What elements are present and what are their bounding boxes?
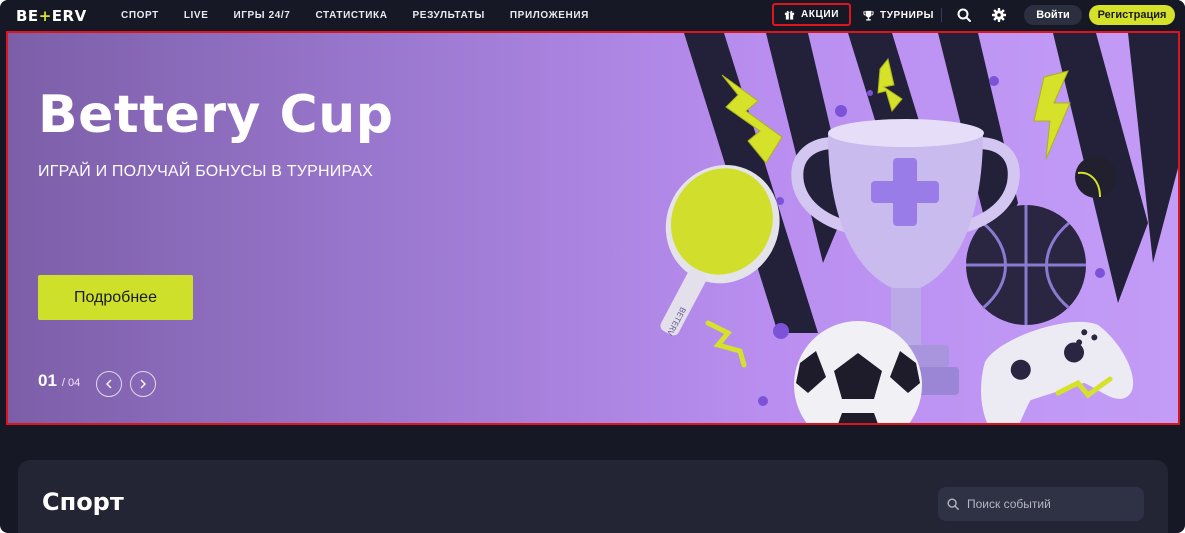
chevron-left-icon	[106, 379, 112, 389]
slide-counter: 01 / 04	[38, 371, 80, 391]
nav-item-apps[interactable]: ПРИЛОЖЕНИЯ	[510, 10, 589, 21]
sport-title: Спорт	[42, 488, 124, 516]
logo[interactable]: BE+ERV	[16, 7, 87, 25]
main-nav: СПОРТ LIVE ИГРЫ 24/7 СТАТИСТИКА РЕЗУЛЬТА…	[121, 0, 614, 30]
sport-section: Спорт	[18, 460, 1168, 533]
trophy-icon	[863, 10, 874, 21]
next-slide-button[interactable]	[130, 371, 156, 397]
prev-slide-button[interactable]	[96, 371, 122, 397]
promotions-button[interactable]: АКЦИИ	[772, 3, 851, 26]
banner-subtitle: ИГРАЙ И ПОЛУЧАЙ БОНУСЫ В ТУРНИРАХ	[38, 163, 374, 180]
divider	[941, 8, 942, 22]
gear-icon	[992, 8, 1006, 22]
nav-item-sport[interactable]: СПОРТ	[121, 10, 159, 21]
tournaments-button[interactable]: ТУРНИРЫ	[863, 0, 934, 30]
nav-item-games[interactable]: ИГРЫ 24/7	[233, 10, 290, 21]
search-icon	[957, 8, 971, 22]
nav-item-live[interactable]: LIVE	[184, 10, 209, 21]
search-icon	[947, 498, 959, 510]
slide-total: / 04	[61, 377, 81, 389]
gift-icon	[784, 10, 795, 20]
settings-button[interactable]	[991, 7, 1007, 23]
login-button[interactable]: Войти	[1024, 5, 1082, 25]
promo-banner[interactable]: BETERV Bettery Cup ИГРАЙ И ПОЛУЧАЙ БОНУС…	[6, 31, 1180, 425]
register-button[interactable]: Регистрация	[1089, 5, 1175, 25]
logo-text-right: ERV	[51, 7, 87, 25]
trophy-sports-illustration: BETERV	[660, 33, 1178, 423]
logo-text-left: BE	[16, 7, 39, 25]
more-details-button[interactable]: Подробнее	[38, 275, 193, 320]
top-bar: BE+ERV СПОРТ LIVE ИГРЫ 24/7 СТАТИСТИКА Р…	[0, 0, 1185, 30]
slide-current: 01	[38, 371, 57, 390]
nav-item-statistics[interactable]: СТАТИСТИКА	[315, 10, 387, 21]
logo-plus: +	[38, 7, 52, 25]
header-search-button[interactable]	[956, 7, 972, 23]
nav-item-results[interactable]: РЕЗУЛЬТАТЫ	[413, 10, 485, 21]
chevron-right-icon	[140, 379, 146, 389]
promotions-label: АКЦИИ	[800, 9, 839, 20]
event-search[interactable]	[938, 487, 1144, 521]
tournaments-label: ТУРНИРЫ	[880, 9, 935, 21]
event-search-input[interactable]	[967, 497, 1137, 511]
banner-title: Bettery Cup	[38, 85, 394, 145]
page-frame: BE+ERV СПОРТ LIVE ИГРЫ 24/7 СТАТИСТИКА Р…	[0, 0, 1185, 533]
